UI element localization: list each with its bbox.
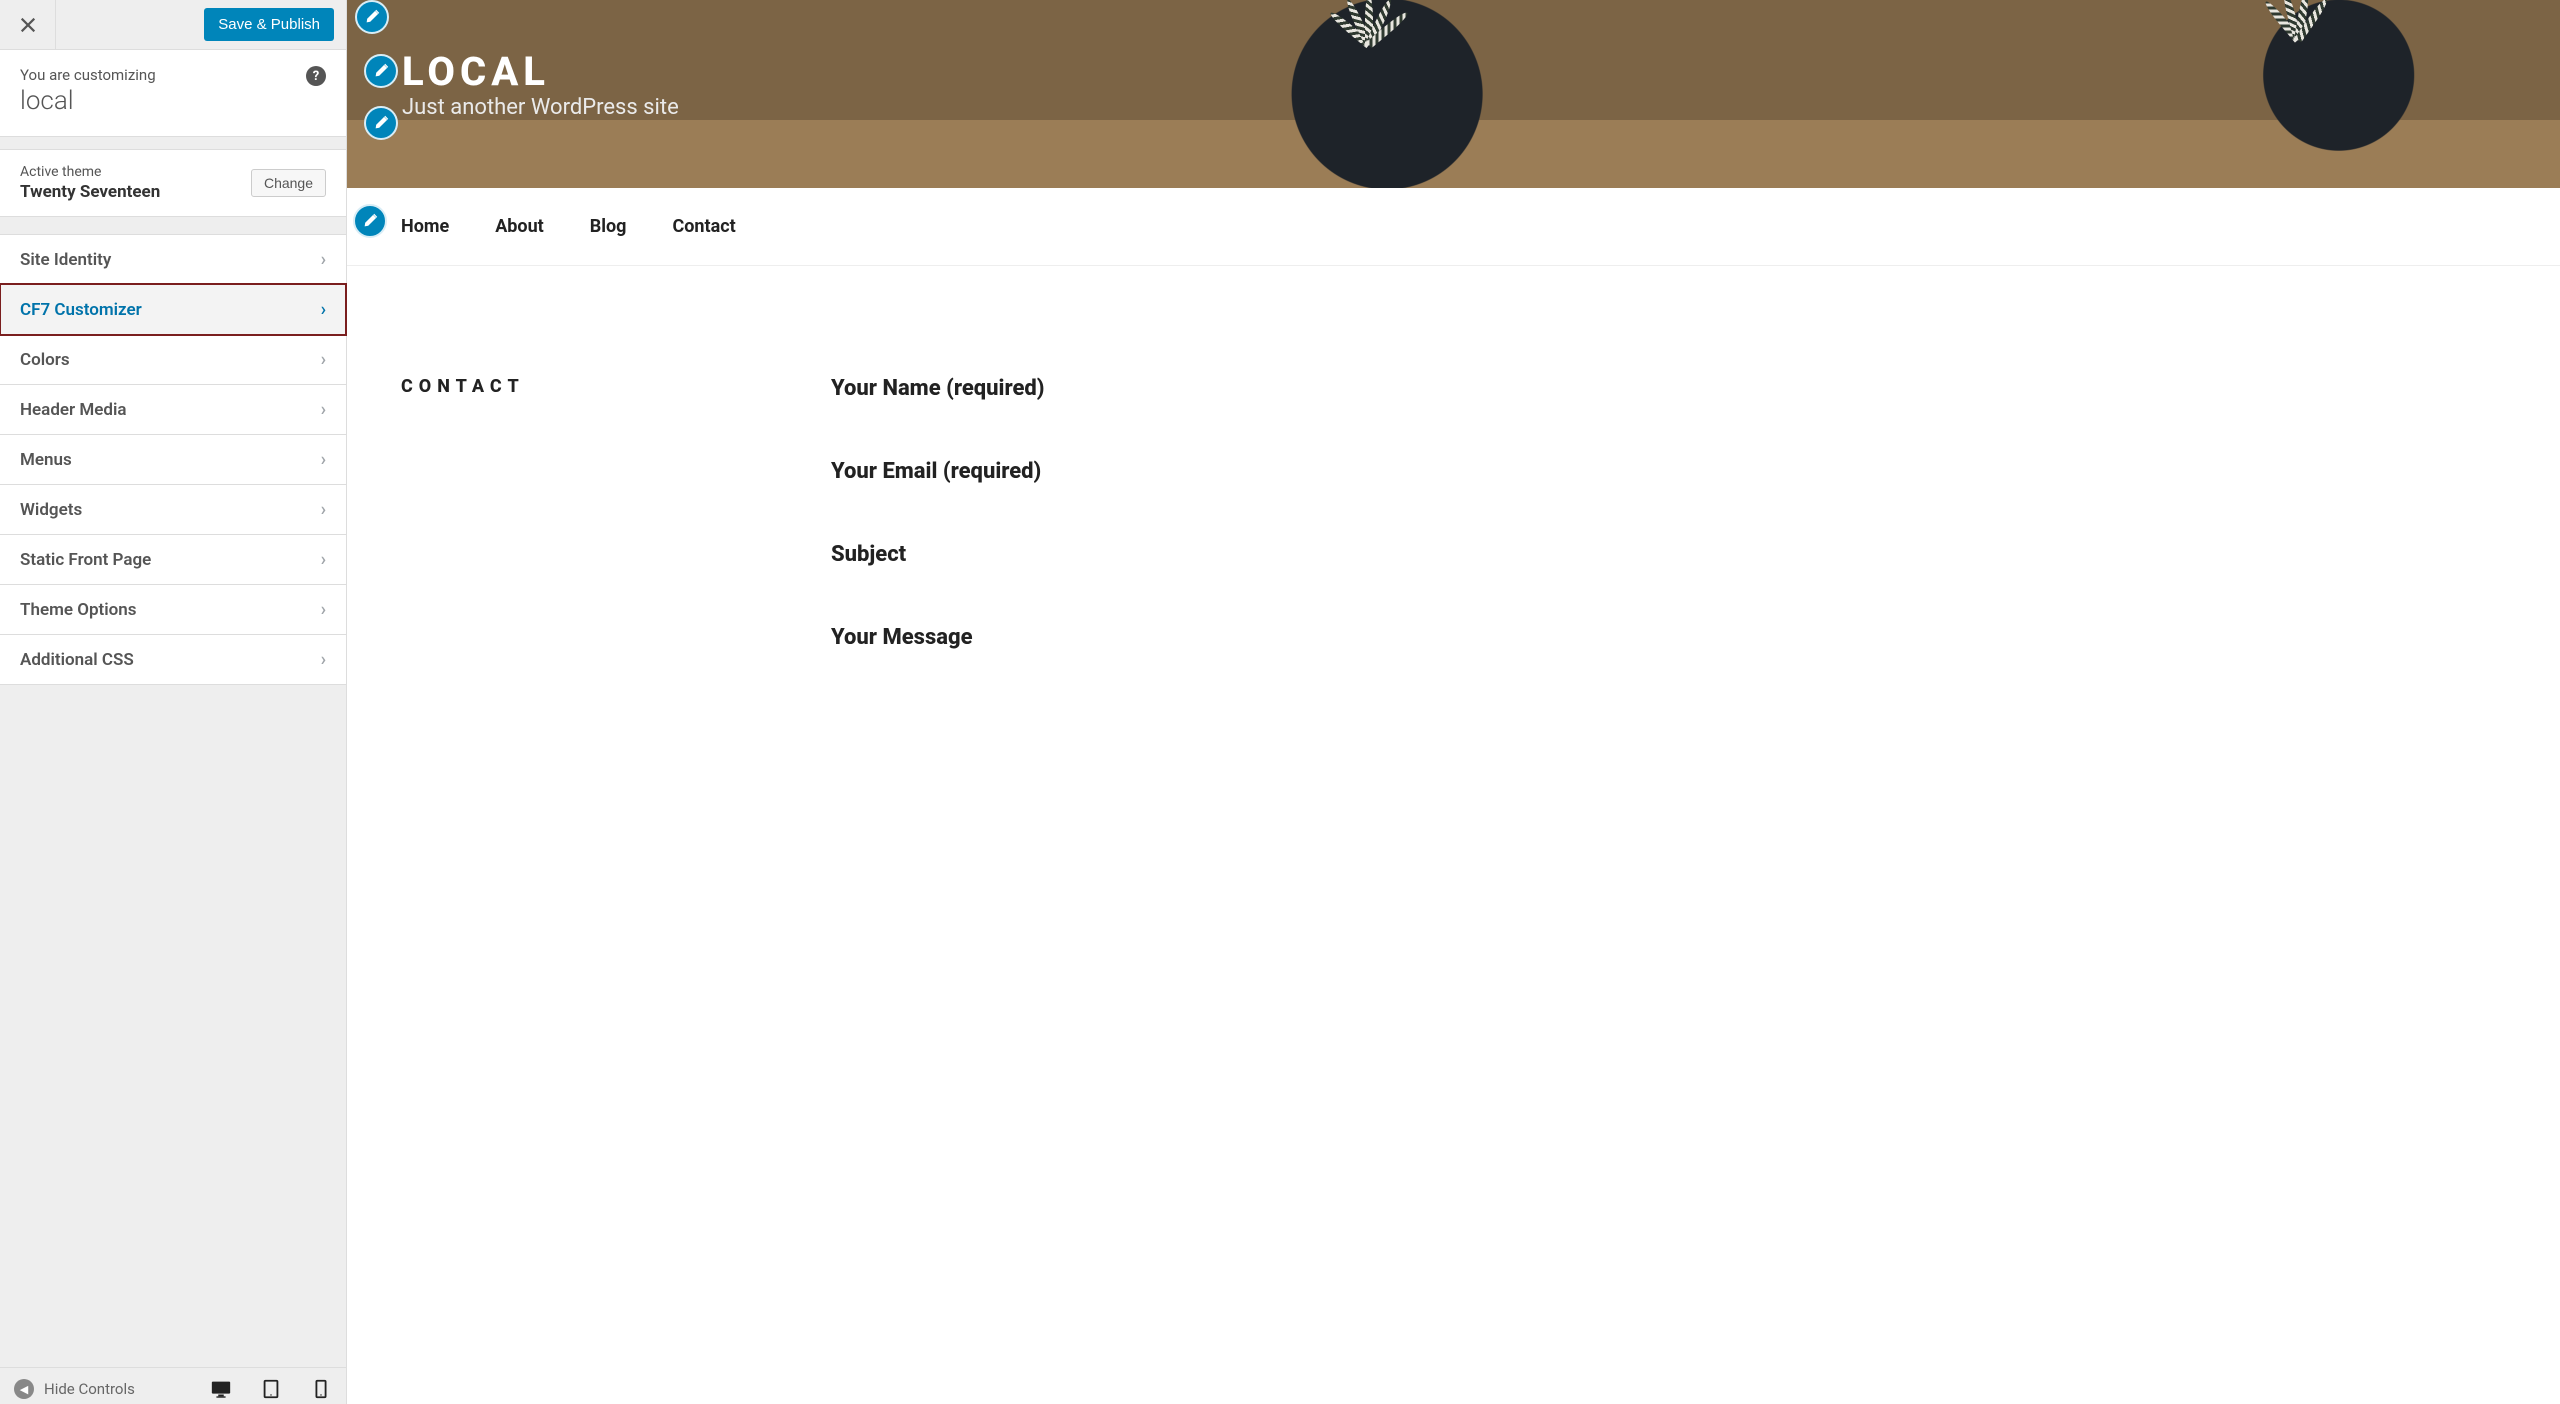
page-content: CONTACT Your Name (required) Your Email (…	[347, 266, 2560, 748]
customizer-sidebar: Save & Publish You are customizing local…	[0, 0, 347, 1404]
form-field-label: Your Email (required)	[831, 459, 2506, 484]
preview-desktop-button[interactable]	[210, 1378, 232, 1400]
pencil-icon	[364, 9, 380, 25]
mobile-icon	[310, 1378, 332, 1400]
site-preview: LOCAL Just another WordPress site Home Ab…	[347, 0, 2560, 1404]
chevron-right-icon: ›	[321, 449, 326, 470]
sidebar-bottom-bar: ◀ Hide Controls	[0, 1367, 346, 1404]
panel-label: Additional CSS	[20, 650, 134, 670]
tablet-icon	[260, 1378, 282, 1400]
nav-link-about[interactable]: About	[495, 216, 544, 237]
customizing-info: You are customizing local ?	[0, 50, 346, 137]
panel-label: Static Front Page	[20, 550, 151, 570]
chevron-right-icon: ›	[321, 649, 326, 670]
panel-label: Header Media	[20, 400, 127, 420]
site-tagline: Just another WordPress site	[402, 95, 679, 120]
site-title[interactable]: LOCAL	[402, 48, 679, 95]
help-icon[interactable]: ?	[306, 66, 326, 86]
edit-shortcut-header[interactable]	[355, 0, 389, 34]
device-preview-switcher	[210, 1378, 332, 1400]
nav-link-home[interactable]: Home	[401, 216, 449, 237]
form-field-label: Your Message	[831, 625, 2506, 650]
site-name: local	[20, 86, 326, 116]
panel-widgets[interactable]: Widgets ›	[0, 484, 346, 535]
panel-site-identity[interactable]: Site Identity ›	[0, 234, 346, 285]
form-field-label: Subject	[831, 542, 2506, 567]
edit-shortcut-tagline[interactable]	[364, 106, 398, 140]
chevron-right-icon: ›	[321, 349, 326, 370]
site-header: LOCAL Just another WordPress site	[347, 0, 2560, 188]
panel-label: CF7 Customizer	[20, 300, 142, 320]
panel-label: Menus	[20, 450, 72, 470]
panel-cf7-customizer[interactable]: CF7 Customizer ›	[0, 284, 346, 335]
panel-label: Theme Options	[20, 600, 137, 620]
nav-link-blog[interactable]: Blog	[590, 216, 627, 237]
chevron-right-icon: ›	[321, 399, 326, 420]
edit-shortcut-nav[interactable]	[353, 204, 387, 238]
panel-label: Site Identity	[20, 250, 111, 270]
panel-label: Colors	[20, 350, 70, 370]
chevron-right-icon: ›	[321, 499, 326, 520]
change-theme-button[interactable]: Change	[251, 169, 326, 197]
active-theme-label: Active theme	[20, 164, 160, 180]
active-theme-block: Active theme Twenty Seventeen Change	[0, 149, 346, 217]
pencil-icon	[373, 63, 389, 79]
sidebar-top-row: Save & Publish	[0, 0, 346, 50]
active-theme-name: Twenty Seventeen	[20, 182, 160, 202]
primary-nav: Home About Blog Contact	[347, 188, 2560, 266]
site-branding: LOCAL Just another WordPress site	[402, 48, 679, 120]
panel-additional-css[interactable]: Additional CSS ›	[0, 634, 346, 685]
desktop-icon	[210, 1378, 232, 1400]
hide-controls-label: Hide Controls	[44, 1380, 135, 1398]
panel-theme-options[interactable]: Theme Options ›	[0, 584, 346, 635]
contact-form: Your Name (required) Your Email (required…	[831, 376, 2506, 708]
panel-colors[interactable]: Colors ›	[0, 334, 346, 385]
pencil-icon	[373, 115, 389, 131]
edit-shortcut-title[interactable]	[364, 54, 398, 88]
chevron-right-icon: ›	[321, 249, 326, 270]
collapse-icon: ◀	[14, 1379, 34, 1399]
customizer-panel-list: Site Identity›CF7 Customizer›Colors›Head…	[0, 235, 346, 685]
chevron-right-icon: ›	[321, 549, 326, 570]
save-publish-button[interactable]: Save & Publish	[204, 8, 334, 41]
panel-label: Widgets	[20, 500, 82, 520]
hide-controls-button[interactable]: ◀ Hide Controls	[14, 1379, 135, 1399]
page-title: CONTACT	[401, 376, 771, 708]
pencil-icon	[362, 213, 378, 229]
close-icon	[19, 16, 37, 34]
close-customizer-button[interactable]	[0, 0, 56, 49]
panel-menus[interactable]: Menus ›	[0, 434, 346, 485]
preview-tablet-button[interactable]	[260, 1378, 282, 1400]
panel-header-media[interactable]: Header Media ›	[0, 384, 346, 435]
preview-mobile-button[interactable]	[310, 1378, 332, 1400]
nav-link-contact[interactable]: Contact	[672, 216, 735, 237]
customizing-label: You are customizing	[20, 66, 326, 84]
form-field-label: Your Name (required)	[831, 376, 2506, 401]
chevron-right-icon: ›	[321, 299, 326, 320]
panel-static-front-page[interactable]: Static Front Page ›	[0, 534, 346, 585]
chevron-right-icon: ›	[321, 599, 326, 620]
